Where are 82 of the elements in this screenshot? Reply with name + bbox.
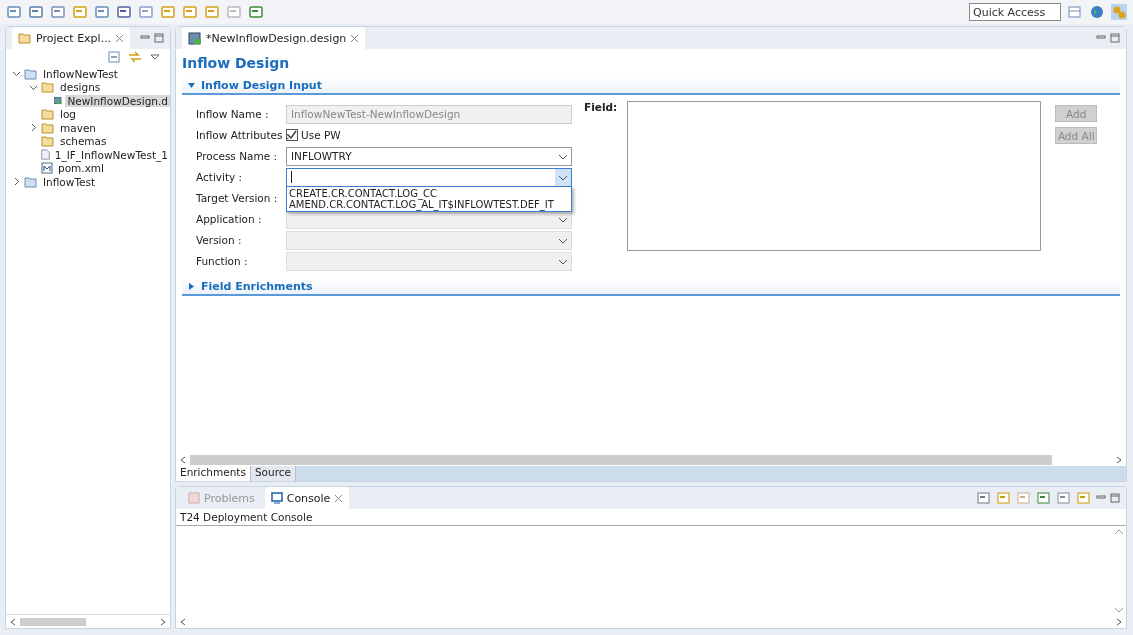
tree-item[interactable]: designs xyxy=(58,81,103,94)
field-label: Inflow Name : xyxy=(196,108,270,120)
triangle-down-icon[interactable] xyxy=(188,81,195,89)
field-label: Application : xyxy=(196,213,263,225)
editor-tab[interactable]: Source xyxy=(250,466,296,481)
field-label: Version : xyxy=(196,234,243,246)
console-toolbar-icon[interactable] xyxy=(996,490,1012,506)
toolbar-icon[interactable] xyxy=(248,4,264,20)
editor-tab[interactable]: Enrichments xyxy=(176,466,251,481)
toolbar-icon[interactable] xyxy=(138,4,154,20)
tree-item[interactable]: InflowNewTest xyxy=(41,67,120,80)
console-toolbar-icon[interactable] xyxy=(1056,490,1072,506)
perspective-icon[interactable] xyxy=(1067,4,1083,20)
tree-item[interactable]: InflowTest xyxy=(41,175,98,188)
field-label: Activity : xyxy=(196,171,244,183)
design-file-icon xyxy=(188,31,202,45)
console-toolbar-icon[interactable] xyxy=(1076,490,1092,506)
toolbar-icon[interactable] xyxy=(94,4,110,20)
collapse-all-icon[interactable] xyxy=(108,51,120,63)
tree-item[interactable]: pom.xml xyxy=(56,162,106,175)
field-label: Function : xyxy=(196,255,249,267)
scrollbar-thumb[interactable] xyxy=(20,617,86,626)
chevron-right-icon[interactable] xyxy=(29,123,38,133)
toolbar-icon[interactable] xyxy=(116,4,132,20)
folder-icon xyxy=(41,135,55,148)
toolbar-icon[interactable] xyxy=(6,4,22,20)
toolbar-icon[interactable] xyxy=(28,4,44,20)
scroll-left-icon[interactable] xyxy=(180,618,186,626)
combo-field[interactable] xyxy=(286,167,572,187)
folder-icon xyxy=(24,67,38,80)
field-label: Field: xyxy=(584,101,618,115)
page-title: Inflow Design xyxy=(182,54,291,73)
folder-icon xyxy=(24,175,38,188)
console-toolbar-icon[interactable] xyxy=(976,490,992,506)
folder-icon xyxy=(41,81,55,94)
toolbar-icon[interactable] xyxy=(50,4,66,20)
section-header[interactable]: Field Enrichments xyxy=(182,278,1120,296)
monitor-icon xyxy=(270,492,283,504)
tree-item[interactable]: NewInflowDesign.d xyxy=(65,94,170,107)
field-label: Process Name : xyxy=(196,150,279,162)
combo-field[interactable]: INFLOWTRY xyxy=(286,146,572,166)
tree-item[interactable]: schemas xyxy=(58,135,109,148)
panel-tab[interactable]: Project Expl... xyxy=(12,27,131,49)
globe-icon[interactable] xyxy=(1089,4,1105,20)
tree-item[interactable]: 1_IF_InflowNewTest_1 xyxy=(52,148,170,161)
dropdown-caret-icon[interactable] xyxy=(555,168,571,186)
triangle-right-icon[interactable] xyxy=(188,282,195,290)
field-label: Target Version : xyxy=(196,192,279,204)
scroll-right-icon[interactable] xyxy=(160,617,166,626)
checkbox[interactable] xyxy=(286,129,298,141)
folder-icon xyxy=(41,121,55,134)
tree-item[interactable]: log xyxy=(58,108,78,121)
maximize-icon[interactable] xyxy=(1110,33,1120,43)
dropdown-option[interactable]: AMEND.CR.CONTACT.LOG_AL_IT$INFLOWTEST.DEF_IT xyxy=(289,199,569,210)
close-icon[interactable] xyxy=(334,493,344,503)
quick-access-field[interactable]: Quick Access xyxy=(969,3,1061,21)
close-icon[interactable] xyxy=(350,33,360,43)
panel-tab[interactable]: Console xyxy=(264,487,350,509)
file-icon xyxy=(39,148,50,162)
console-toolbar-icon[interactable] xyxy=(1036,490,1052,506)
scroll-right-icon[interactable] xyxy=(1116,618,1122,626)
field-list[interactable] xyxy=(627,101,1042,251)
scroll-left-icon[interactable] xyxy=(10,617,16,626)
section-header[interactable]: Inflow Design Input xyxy=(182,77,1120,95)
scrollbar-thumb[interactable] xyxy=(190,455,1052,465)
scroll-left-icon[interactable] xyxy=(180,456,186,464)
chevron-right-icon[interactable] xyxy=(12,177,21,187)
problems-icon xyxy=(188,492,200,504)
folder-icon xyxy=(41,108,55,121)
tree-item[interactable]: maven xyxy=(58,121,98,134)
close-icon[interactable] xyxy=(115,33,125,43)
maximize-icon[interactable] xyxy=(1110,493,1120,503)
folder-icon xyxy=(18,32,32,44)
maven-file-icon xyxy=(41,162,53,175)
scroll-right-icon[interactable] xyxy=(1116,456,1122,464)
maximize-icon[interactable] xyxy=(154,33,164,43)
editor-tab[interactable]: *NewInflowDesign.design xyxy=(182,27,366,49)
link-arrows-icon[interactable] xyxy=(128,51,142,63)
dropdown-option[interactable]: CREATE.CR.CONTACT.LOG_CC xyxy=(289,188,569,199)
checkbox-label: Use PW xyxy=(301,129,341,141)
console-toolbar-icon[interactable] xyxy=(1016,490,1032,506)
console-title: T24 Deployment Console xyxy=(176,509,1126,526)
